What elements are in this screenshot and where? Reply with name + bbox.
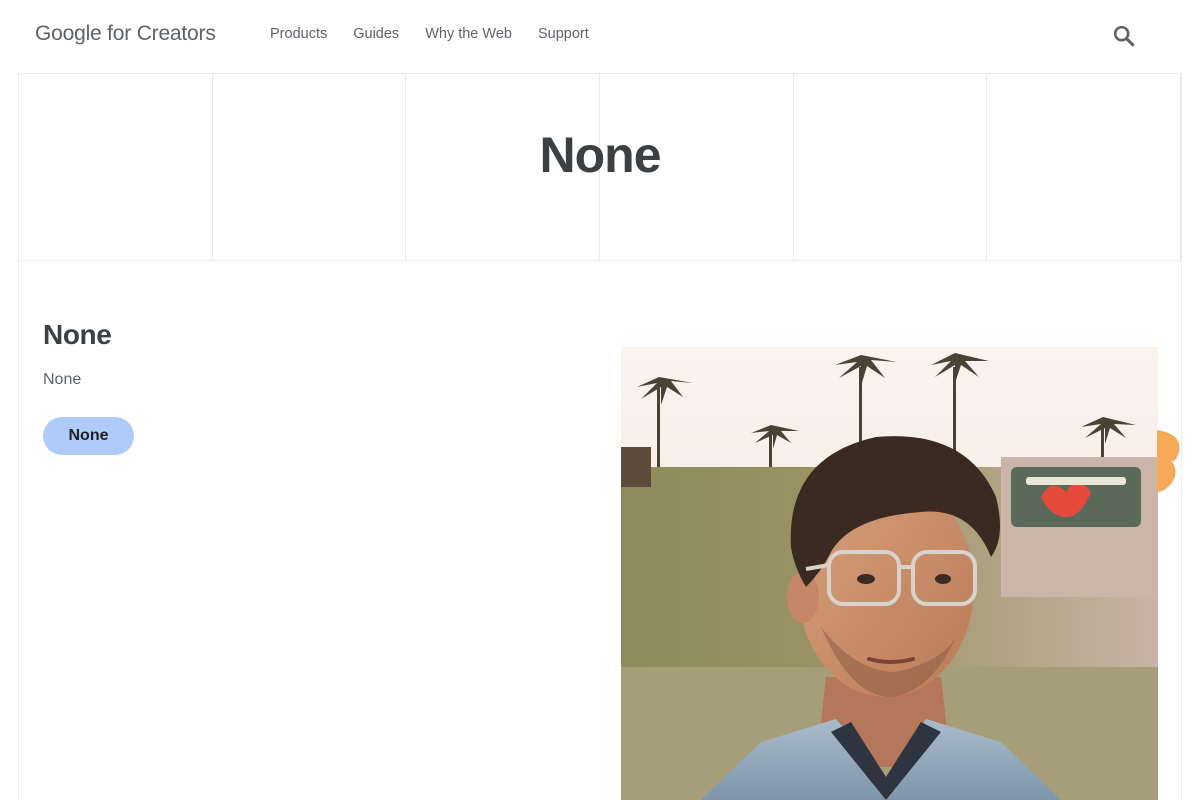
logo[interactable]: Google for Creators (35, 22, 216, 46)
decorative-shape (1157, 430, 1181, 492)
page-title: None (539, 127, 662, 183)
nav-item-support[interactable]: Support (538, 26, 589, 42)
section-title: None (43, 319, 112, 350)
search-icon[interactable] (1110, 22, 1138, 50)
section-description: None (43, 371, 82, 388)
cta-button[interactable]: None (43, 417, 134, 455)
nav-item-guides[interactable]: Guides (353, 26, 399, 42)
hero-banner: None (18, 73, 1182, 261)
nav-item-why-the-web[interactable]: Why the Web (425, 26, 512, 42)
nav-item-products[interactable]: Products (270, 26, 327, 42)
creator-photo (621, 347, 1158, 800)
main-nav: Products Guides Why the Web Support (270, 26, 589, 42)
top-navigation: Google for Creators Products Guides Why … (0, 0, 1200, 72)
feature-section: None None None (18, 261, 1182, 800)
